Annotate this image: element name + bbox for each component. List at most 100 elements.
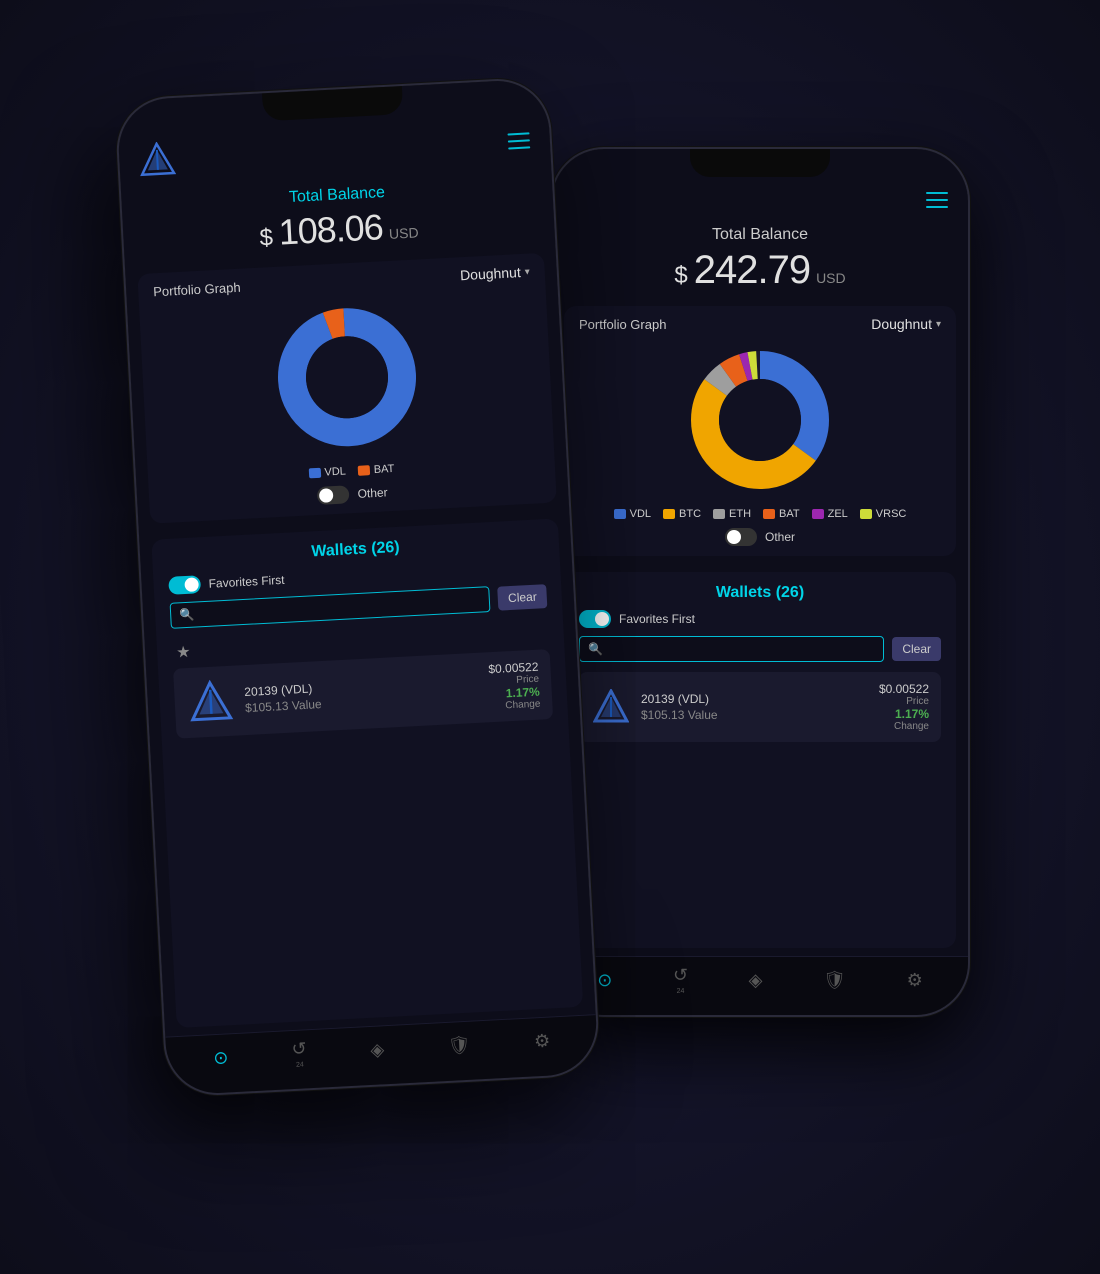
toggle-thumb-front	[319, 488, 334, 503]
balance-number-front: 108.06	[278, 206, 384, 253]
legend-label-eth-back: ETH	[729, 508, 751, 520]
wallet-value-back: $105.13 Value	[641, 708, 869, 722]
clear-button-front[interactable]: Clear	[497, 584, 547, 611]
phone-front-screen: Total Balance $ 108.06 USD Portfolio Gra…	[116, 78, 599, 1095]
vdl-header-logo-front	[138, 141, 176, 179]
legend-color-btc-back	[663, 509, 675, 519]
search-field-front[interactable]	[198, 593, 482, 622]
hamburger-menu-front[interactable]	[507, 132, 530, 149]
favorites-label-front: Favorites First	[208, 573, 285, 591]
wallet-logo-front	[186, 677, 236, 727]
wallet-change-label-front: Change	[490, 699, 541, 713]
legend-item-vdl-front: VDL	[308, 465, 346, 479]
search-input-wrapper-back: 🔍	[579, 636, 884, 662]
nav-refresh-front[interactable]: ↺ 24	[291, 1038, 308, 1069]
doughnut-chart-back	[685, 345, 835, 495]
wallet-change-label-back: Change	[879, 721, 929, 732]
other-toggle-front[interactable]	[317, 485, 350, 505]
settings-icon-back: ⚙	[907, 970, 923, 991]
nav-vdl-front[interactable]: ◈	[370, 1039, 385, 1061]
favorites-label-back: Favorites First	[619, 612, 695, 626]
wallet-price-info-front: $0.00522 Price 1.17% Change	[488, 660, 541, 713]
chart-type-selector-back[interactable]: Doughnut ▾	[871, 316, 941, 332]
legend-label-vrsc-back: VRSC	[876, 508, 907, 520]
legend-label-vdl-back: VDL	[630, 508, 651, 520]
legend-item-vrsc-back: VRSC	[860, 508, 907, 520]
nav-shield-front[interactable]: 🛡	[447, 1034, 471, 1056]
nav-settings-front[interactable]: ⚙	[534, 1030, 551, 1052]
legend-color-zel-back	[812, 509, 824, 519]
bottom-nav-front: ⊙ ↺ 24 ◈ 🛡 ⚙	[165, 1014, 598, 1095]
wallet-price-back: $0.00522	[879, 682, 929, 696]
balance-number-back: 242.79	[694, 248, 810, 293]
chart-container-back	[579, 340, 941, 500]
other-toggle-row-back: Other	[579, 528, 941, 546]
legend-label-zel-back: ZEL	[828, 508, 848, 520]
wallet-item-back[interactable]: 20139 (VDL) $105.13 Value $0.00522 Price	[579, 672, 941, 742]
wallets-section-back: Wallets (26) Favorites First 🔍 Clear	[564, 572, 956, 948]
balance-title-back: Total Balance	[552, 226, 968, 244]
wallet-price-info-back: $0.00522 Price 1.17% Change	[879, 682, 929, 732]
nav-dashboard-front[interactable]: ⊙	[213, 1047, 229, 1069]
favorites-toggle-back[interactable]	[579, 610, 611, 628]
wallet-logo-back	[591, 687, 631, 727]
wallet-info-front: 20139 (VDL) $105.13 Value	[244, 673, 480, 715]
doughnut-chart-front	[268, 298, 426, 456]
balance-currency-back: USD	[816, 270, 846, 286]
shield-icon-back: 🛡	[823, 970, 846, 991]
hamburger-menu-back[interactable]	[926, 192, 948, 208]
balance-amount-back: $ 242.79 USD	[552, 248, 968, 293]
legend-label-btc-back: BTC	[679, 508, 701, 520]
favorites-toggle-front[interactable]	[168, 575, 201, 595]
portfolio-section-back: Portfolio Graph Doughnut ▾	[564, 306, 956, 556]
phone-front: Total Balance $ 108.06 USD Portfolio Gra…	[114, 76, 601, 1097]
portfolio-graph-label-back: Portfolio Graph	[579, 317, 666, 332]
portfolio-header-back: Portfolio Graph Doughnut ▾	[579, 316, 941, 332]
star-icon-front[interactable]: ★	[176, 644, 191, 662]
chart-container-front	[154, 288, 539, 468]
chart-type-label-back: Doughnut	[871, 316, 932, 332]
favorites-row-back: Favorites First	[579, 610, 941, 628]
chart-type-selector-front[interactable]: Doughnut ▾	[460, 264, 530, 284]
legend-item-bat-front: BAT	[358, 463, 395, 477]
wallet-name-back: 20139 (VDL)	[641, 692, 869, 706]
chart-type-label-front: Doughnut	[460, 264, 521, 283]
notch-back	[690, 149, 830, 177]
balance-currency-front: USD	[389, 224, 419, 242]
legend-label-bat-front: BAT	[373, 463, 394, 476]
other-label-front: Other	[357, 485, 388, 501]
nav-refresh-back[interactable]: ↺ 24	[673, 965, 688, 995]
favorites-toggle-thumb-front	[184, 577, 199, 592]
phone-front-content: Total Balance $ 108.06 USD Portfolio Gra…	[116, 78, 599, 1095]
header-back	[552, 184, 968, 216]
clear-button-back[interactable]: Clear	[892, 637, 941, 661]
wallets-title-back: Wallets (26)	[579, 584, 941, 602]
wallets-section-front: Wallets (26) Favorites First 🔍 Clear	[151, 518, 583, 1028]
vdl-icon-back: ◈	[749, 970, 763, 991]
settings-icon-front: ⚙	[534, 1030, 551, 1052]
refresh-icon-front: ↺	[291, 1038, 307, 1060]
legend-color-vdl-back	[614, 509, 626, 519]
shield-icon-front: 🛡	[447, 1034, 471, 1056]
legend-item-zel-back: ZEL	[812, 508, 848, 520]
phone-back-content: Total Balance $ 242.79 USD Portfolio Gra…	[552, 149, 968, 1015]
other-label-back: Other	[765, 530, 795, 544]
dashboard-icon-front: ⊙	[213, 1047, 229, 1069]
nav-vdl-back[interactable]: ◈	[749, 970, 763, 991]
search-icon-back: 🔍	[588, 642, 603, 656]
vdl-logo-back	[593, 689, 629, 725]
nav-settings-back[interactable]: ⚙	[907, 970, 923, 991]
legend-color-bat-front	[358, 465, 371, 476]
vdl-icon-front: ◈	[370, 1039, 385, 1061]
bottom-nav-back: ⊙ ↺ 24 ◈ 🛡 ⚙	[552, 956, 968, 1015]
nav-shield-back[interactable]: 🛡	[823, 970, 846, 991]
other-toggle-back[interactable]	[725, 528, 757, 546]
toggle-thumb-back	[727, 530, 741, 544]
legend-color-eth-back	[713, 509, 725, 519]
legend-item-bat-back: BAT	[763, 508, 800, 520]
search-field-back[interactable]	[607, 642, 875, 656]
search-icon-front: 🔍	[179, 608, 195, 623]
legend-color-bat-back	[763, 509, 775, 519]
nav-dashboard-back[interactable]: ⊙	[597, 970, 612, 991]
phones-container: Total Balance $ 242.79 USD Portfolio Gra…	[100, 47, 1000, 1227]
